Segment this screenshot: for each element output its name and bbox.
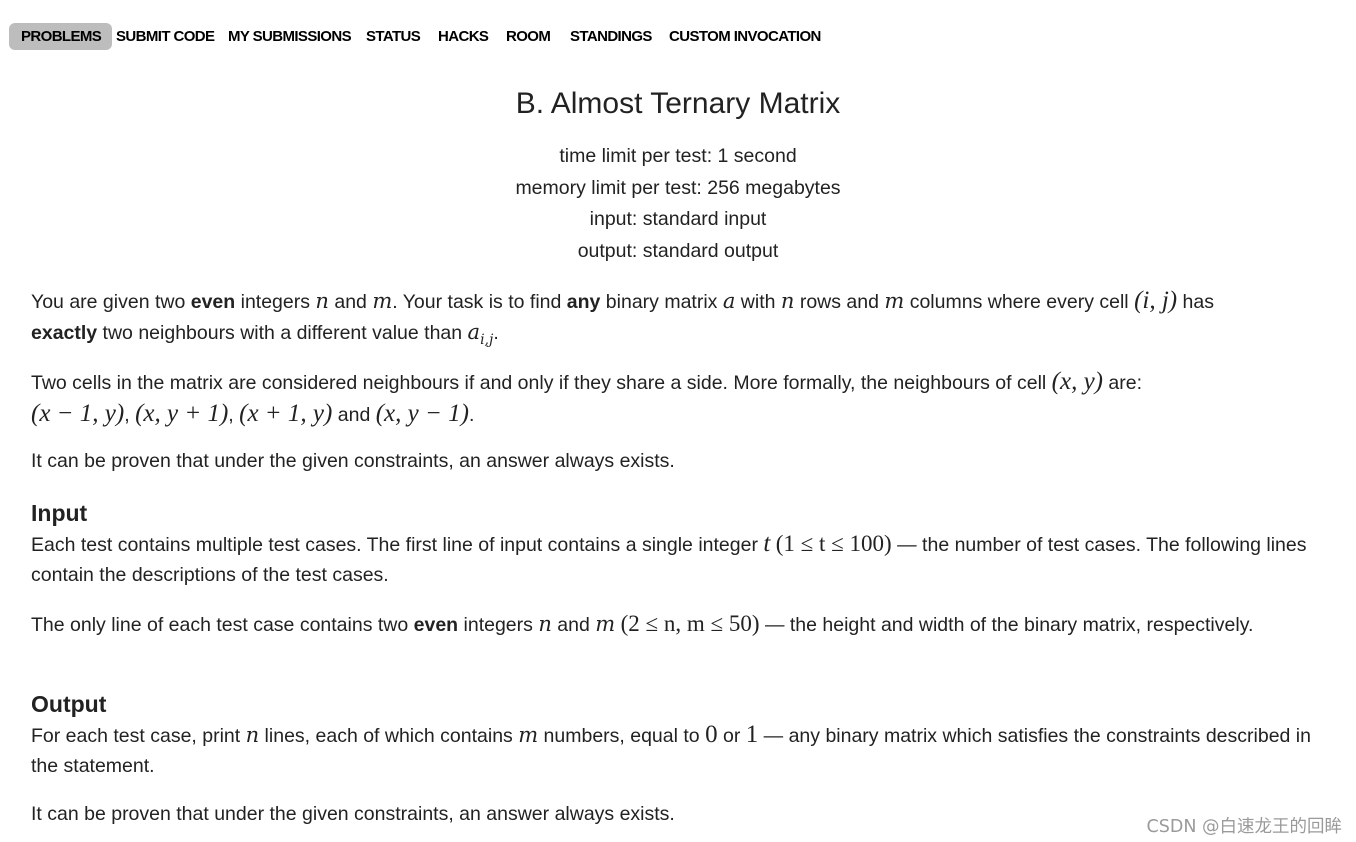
- math-cell-xy: (x, y): [1051, 368, 1103, 395]
- math-m: m: [884, 289, 905, 313]
- text: are:: [1103, 372, 1143, 394]
- nav-problems[interactable]: PROBLEMS: [9, 23, 113, 50]
- bold-text: even: [413, 614, 459, 636]
- math-t: t: [763, 530, 771, 557]
- bold-text: even: [190, 291, 236, 313]
- text: . Your task is to find: [392, 291, 567, 313]
- text: columns where every cell: [904, 291, 1135, 313]
- math-cell-ij: (i, j): [1134, 287, 1178, 314]
- math-range: (2 ≤ n, m ≤ 50): [620, 611, 760, 636]
- nav-my-submissions[interactable]: MY SUBMISSIONS: [216, 23, 362, 50]
- input-heading: Input: [31, 500, 88, 526]
- math-neighbour: (x + 1, y): [239, 399, 333, 427]
- nav-submit-code[interactable]: SUBMIT CODE: [104, 23, 225, 50]
- math-n: n: [245, 723, 260, 747]
- text: .: [493, 321, 499, 344]
- text: lines, each of which contains: [259, 725, 519, 747]
- watermark: CSDN @白速龙王的回眸: [1146, 817, 1342, 837]
- problem-title: B. Almost Ternary Matrix: [515, 87, 841, 120]
- text: Each test contains multiple test cases. …: [31, 534, 764, 556]
- nav-custom-invocation[interactable]: CUSTOM INVOCATION: [657, 23, 832, 50]
- output-heading: Output: [31, 691, 107, 717]
- bold-text: any: [566, 291, 601, 313]
- math-neighbour: (x, y − 1): [375, 399, 469, 427]
- math-m: m: [372, 289, 393, 313]
- statement-paragraph-3: It can be proven that under the given co…: [31, 450, 675, 472]
- statement-paragraph-2: Two cells in the matrix are considered n…: [31, 367, 1331, 430]
- text: The only line of each test case contains…: [31, 614, 414, 636]
- text: Two cells in the matrix are considered n…: [31, 372, 1052, 394]
- text: numbers, equal to: [538, 725, 706, 747]
- output-paragraph-2: It can be proven that under the given co…: [31, 803, 675, 825]
- math-m: m: [518, 723, 539, 747]
- text: For each test case, print: [31, 725, 246, 747]
- math-n: n: [538, 612, 552, 636]
- problem-limits: time limit per test: 1 second memory lim…: [0, 141, 1356, 268]
- text: and: [332, 403, 376, 426]
- input-type: input: standard input: [589, 208, 767, 231]
- text: integers: [458, 614, 539, 636]
- math-zero: 0: [705, 721, 718, 748]
- output-type: output: standard output: [577, 240, 779, 263]
- nav-room[interactable]: ROOM: [494, 23, 561, 50]
- text: with: [735, 291, 781, 313]
- nav-status[interactable]: STATUS: [354, 23, 431, 50]
- math-a-ij: a: [467, 319, 481, 344]
- math-a: a: [722, 289, 736, 313]
- math-neighbour: (x, y + 1): [135, 399, 229, 427]
- input-paragraph-2: The only line of each test case contains…: [31, 609, 1331, 641]
- bold-text: exactly: [31, 321, 98, 344]
- memory-limit: memory limit per test: 256 megabytes: [515, 176, 841, 199]
- problem-nav-menu: PROBLEMS SUBMIT CODE MY SUBMISSIONS STAT…: [9, 22, 821, 52]
- text: and: [328, 291, 373, 313]
- math-n: n: [315, 289, 329, 313]
- math-neighbour: (x − 1, y): [31, 399, 125, 427]
- text: two neighbours with a different value th…: [97, 321, 468, 344]
- nav-hacks[interactable]: HACKS: [426, 23, 499, 50]
- text: or: [717, 725, 746, 747]
- text: binary matrix: [600, 291, 723, 313]
- separator: ,: [124, 403, 136, 426]
- input-paragraph-1: Each test contains multiple test cases. …: [31, 529, 1331, 590]
- text: has: [1177, 291, 1214, 313]
- math-m: m: [595, 612, 616, 636]
- separator: ,: [228, 403, 240, 426]
- text: — the height and width of the binary mat…: [759, 614, 1254, 636]
- math-n: n: [780, 289, 795, 313]
- text: and: [551, 614, 596, 636]
- text: rows and: [794, 291, 885, 313]
- text: integers: [235, 291, 316, 313]
- statement-paragraph-1: You are given two even integers n and m.…: [31, 286, 1331, 355]
- time-limit: time limit per test: 1 second: [559, 145, 797, 167]
- text: You are given two: [31, 291, 191, 313]
- math-one: 1: [745, 721, 759, 748]
- text: .: [468, 403, 475, 426]
- output-paragraph-1: For each test case, print n lines, each …: [31, 720, 1331, 781]
- math-range: (1 ≤ t ≤ 100): [775, 531, 892, 556]
- math-subscript: i,j: [480, 331, 494, 348]
- nav-standings[interactable]: STANDINGS: [558, 23, 663, 50]
